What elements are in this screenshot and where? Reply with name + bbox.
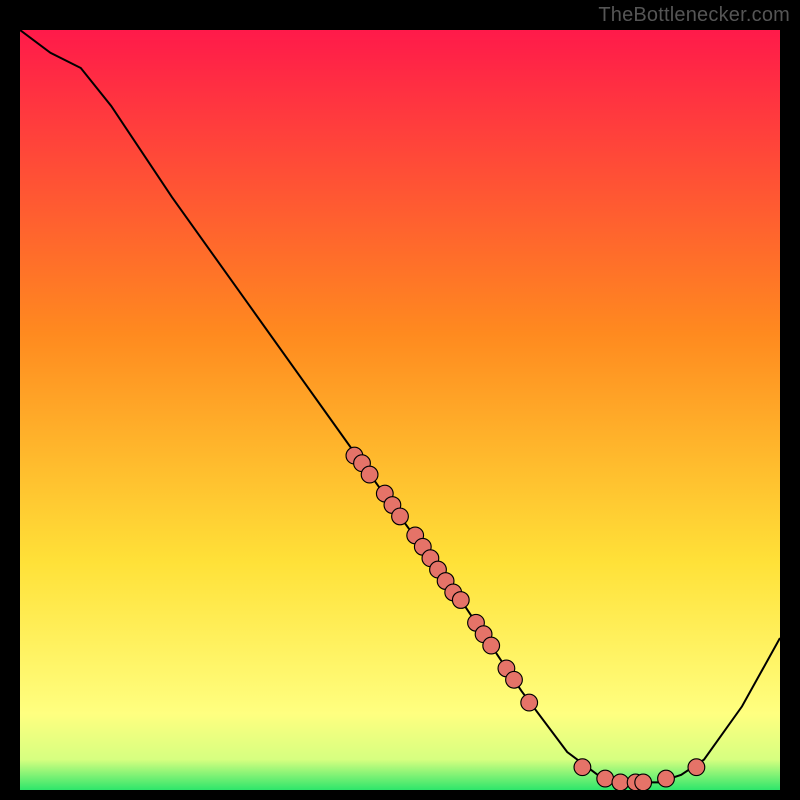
chart-page: TheBottlenecker.com	[0, 0, 800, 800]
highlight-point	[521, 694, 538, 711]
highlight-point	[506, 671, 523, 688]
highlight-point	[574, 759, 591, 776]
highlight-point	[688, 759, 705, 776]
attribution-label: TheBottlenecker.com	[598, 4, 790, 27]
highlight-point	[658, 770, 675, 787]
chart-svg	[20, 30, 780, 790]
bottleneck-chart	[20, 30, 780, 790]
highlight-point	[452, 592, 469, 609]
highlight-point	[392, 508, 409, 525]
highlight-point	[597, 770, 614, 787]
highlight-point	[483, 637, 500, 654]
highlight-point	[635, 774, 652, 790]
highlight-point	[612, 774, 629, 790]
highlight-point	[361, 466, 378, 483]
gradient-background	[20, 30, 780, 790]
